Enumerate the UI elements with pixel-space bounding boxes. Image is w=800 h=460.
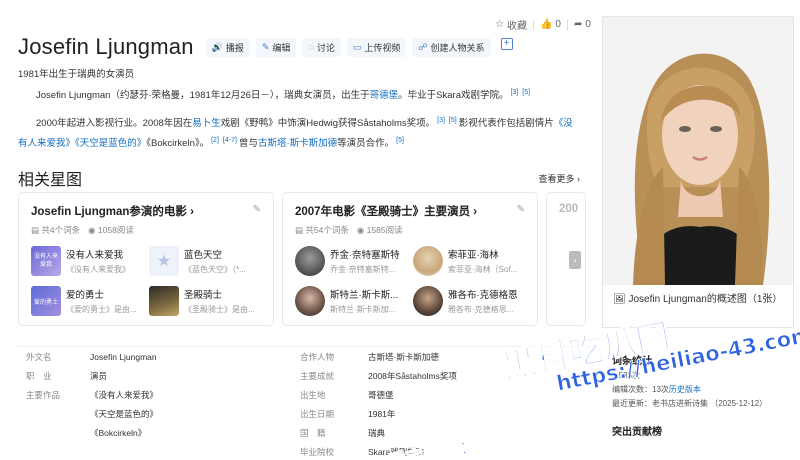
add-icon[interactable]: + bbox=[500, 37, 513, 50]
lemma-subtitle: 1981年出生于瑞典的女演员 bbox=[18, 69, 135, 80]
contributors-title: 突出贡献榜 bbox=[612, 427, 662, 438]
section-title: 相关星图 bbox=[18, 172, 83, 189]
poster-thumbnail: 没有人来爱我 bbox=[31, 246, 61, 276]
chevron-right-icon[interactable]: › bbox=[569, 251, 581, 269]
table-row: 职 业演员 主要成就 2008年Såstaholms奖项 bbox=[26, 370, 457, 381]
table-row: 毕业院校 Skara戏剧学院 bbox=[300, 446, 425, 457]
page-title: Josefin Ljungman bbox=[18, 34, 194, 59]
divider bbox=[532, 19, 534, 30]
poster-thumbnail bbox=[149, 286, 179, 316]
comment-icon: ◌ bbox=[308, 42, 314, 52]
chevron-right-icon: › bbox=[577, 173, 580, 184]
photo-caption[interactable]: 🖼 Josefin Ljungman的概述图（1张） bbox=[613, 293, 789, 307]
list-item[interactable]: 爱的勇士 爱的勇士 《爱的勇士》是由... bbox=[31, 286, 143, 316]
title-row: Josefin Ljungman 🔊 播报 ✎ 编辑 ◌ 讨论 ▭ 上传视频 ☍ 创建人物… bbox=[18, 34, 513, 60]
people-icon: ☍ bbox=[418, 41, 428, 52]
actor-avatar bbox=[295, 286, 325, 316]
view-count: ...535次 bbox=[612, 371, 641, 380]
entries-count: ▤ 共54个词条 bbox=[295, 225, 349, 235]
poster-thumbnail: 爱的勇士 bbox=[31, 286, 61, 316]
list-item[interactable]: 斯特兰·斯卡斯... 斯特兰·斯卡斯加... bbox=[295, 286, 407, 316]
actor-avatar bbox=[413, 246, 443, 276]
pencil-icon[interactable]: ✎ bbox=[517, 204, 525, 215]
link-gothenburg[interactable]: 哥德堡 bbox=[370, 90, 399, 101]
history-link[interactable]: 历史版本 bbox=[669, 385, 701, 394]
summary-paragraph-1: Josefin Ljungman（约瑟芬·荣格曼，1981年12月26日－），瑞… bbox=[36, 89, 531, 102]
ref-link[interactable]: [5] bbox=[396, 137, 404, 144]
table-row: 《天空是蓝色的》 出生日期 1981年 bbox=[90, 408, 396, 419]
reads-count: ◉ 1058阅读 bbox=[88, 225, 134, 235]
card-meta: ▤ 共4个词条 ◉ 1058阅读 bbox=[31, 224, 261, 236]
upload-video-button[interactable]: ▭ 上传视频 bbox=[346, 37, 407, 57]
pencil-icon[interactable]: ✎ bbox=[253, 204, 261, 215]
card-title[interactable]: 2007年电影《圣殿骑士》主要演员 › bbox=[295, 203, 525, 219]
link-ibsen[interactable]: 易卜生 bbox=[192, 118, 221, 129]
placeholder-thumbnail: ★ bbox=[149, 246, 179, 276]
card-meta: ▤ 共54个词条 ◉ 1585阅读 bbox=[295, 224, 525, 236]
lemma-stats: 词条统计 ...535次 编辑次数：13次历史版本 最近更新：老书店进新诗集 （… bbox=[612, 352, 792, 438]
list-item[interactable]: 没有人来爱我 没有人来爱我 《没有人来爱我》 bbox=[31, 246, 143, 276]
pencil-icon: ✎ bbox=[261, 41, 270, 52]
share-icon: ➦ bbox=[573, 19, 583, 30]
top-actions: ☆ 收藏 👍 0 ➦ 0 bbox=[495, 17, 591, 32]
list-item[interactable]: ★ 蓝色天空 《蓝色天空》（*... bbox=[149, 246, 261, 276]
ref-link[interactable]: [3] bbox=[511, 89, 519, 96]
portrait-photo[interactable] bbox=[603, 17, 793, 285]
title-toolbar: 🔊 播报 ✎ 编辑 ◌ 讨论 ▭ 上传视频 ☍ 创建人物关系 + bbox=[205, 37, 513, 57]
card-title[interactable]: Josefin Ljungman参演的电影 › bbox=[31, 203, 261, 219]
actor-avatar bbox=[295, 246, 325, 276]
image-icon: 🖼 bbox=[613, 294, 629, 305]
ref-link[interactable]: [2] bbox=[211, 137, 219, 144]
star-map-card-films[interactable]: Josefin Ljungman参演的电影 › ✎ ▤ 共4个词条 ◉ 1058… bbox=[18, 192, 274, 326]
star-map-header: 相关星图 查看更多 › bbox=[18, 166, 580, 190]
stats-title: 词条统计 bbox=[612, 356, 652, 367]
list-icon: ▤ bbox=[295, 225, 306, 235]
eye-icon: ◉ bbox=[356, 225, 367, 235]
table-row: 《Bokcirkeln》 国 籍瑞典 bbox=[90, 427, 386, 438]
list-icon: ▤ bbox=[31, 225, 42, 235]
edit-button[interactable]: ✎ 编辑 bbox=[255, 37, 297, 57]
ref-link[interactable]: [5] bbox=[449, 117, 457, 124]
speaker-icon: 🔊 bbox=[211, 41, 223, 52]
list-item[interactable]: 乔金·奈特塞斯特 乔金·奈特塞斯特... bbox=[295, 246, 407, 276]
discuss-button[interactable]: ◌ 讨论 bbox=[302, 37, 341, 57]
link-skarsgard[interactable]: 古斯塔·斯卡斯加德 bbox=[258, 138, 337, 149]
list-item[interactable]: 雅各布·克德格恩 雅各布·克德格恩... bbox=[413, 286, 525, 316]
video-icon: ▭ bbox=[352, 41, 362, 52]
ref-link[interactable]: [5] bbox=[522, 89, 530, 96]
favorite-button[interactable]: ☆ 收藏 bbox=[495, 17, 527, 32]
ref-link[interactable]: [3] bbox=[437, 117, 445, 124]
summary-image-box[interactable]: 🖼 Josefin Ljungman的概述图（1张） bbox=[602, 16, 794, 328]
see-more-link[interactable]: 查看更多 › bbox=[538, 172, 580, 185]
actor-avatar bbox=[413, 286, 443, 316]
like-button[interactable]: 👍 0 bbox=[540, 19, 561, 30]
table-row: 主要作品 《没有人来爱我》 出生地 哥德堡 bbox=[26, 389, 394, 400]
broadcast-button[interactable]: 🔊 播报 bbox=[205, 37, 250, 57]
table-row: 外文名 Josefin Ljungman 合作人物 古斯塔·斯卡斯加德 bbox=[26, 351, 439, 362]
entries-count: ▤ 共4个词条 bbox=[31, 225, 81, 235]
star-icon: ☆ bbox=[495, 19, 504, 30]
list-item[interactable]: 索菲亚·海林 索菲亚·海林（Sof... bbox=[413, 246, 525, 276]
eye-icon: ◉ bbox=[88, 225, 98, 235]
thumbs-up-icon: 👍 bbox=[539, 19, 553, 30]
star-map-card-cast[interactable]: 2007年电影《圣殿骑士》主要演员 › ✎ ▤ 共54个词条 ◉ 1585阅读 … bbox=[282, 192, 538, 326]
link-film-2[interactable]: 《天空是蓝色的》 bbox=[75, 138, 146, 149]
list-item[interactable]: 圣殿骑士 《圣殿骑士》是由... bbox=[149, 286, 261, 316]
last-update: 最近更新：老书店进新诗集 （2025-12-12） bbox=[612, 399, 768, 408]
share-button[interactable]: ➦ 0 bbox=[574, 19, 591, 30]
ref-link[interactable]: [4-7] bbox=[223, 137, 237, 144]
summary-paragraph-2: 2000年起进入影视行业。2008年因在易卜生戏剧《野鸭》中饰演Hedwig获得… bbox=[18, 117, 573, 150]
edit-count: 编辑次数：13次历史版本 bbox=[612, 385, 701, 394]
create-relation-button[interactable]: ☍ 创建人物关系 bbox=[412, 37, 491, 57]
star-map-card-partial[interactable]: 200 › bbox=[546, 192, 586, 326]
basic-info-table: 外文名 Josefin Ljungman 合作人物 古斯塔·斯卡斯加德 职 业演员 … bbox=[18, 346, 580, 460]
divider bbox=[566, 19, 568, 30]
reads-count: ◉ 1585阅读 bbox=[356, 225, 403, 235]
portrait-illustration bbox=[603, 17, 793, 285]
